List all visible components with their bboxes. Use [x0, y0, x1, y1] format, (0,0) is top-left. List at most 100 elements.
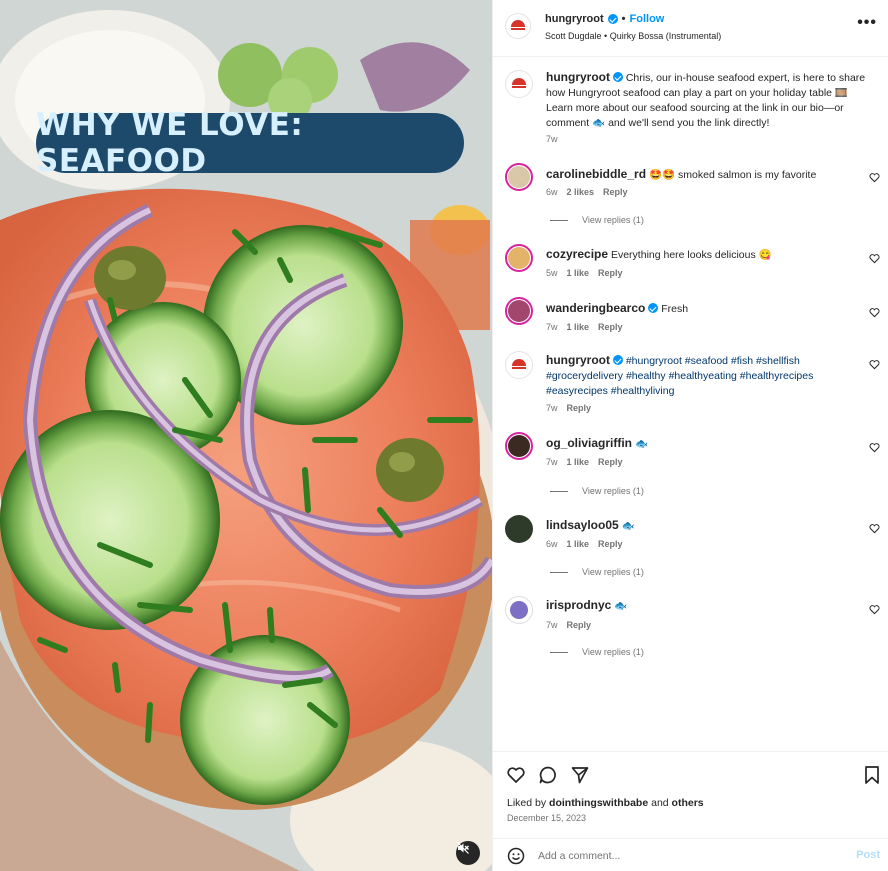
- comment-text: 🐟: [621, 520, 635, 532]
- liked-by-suffix: and: [648, 797, 672, 809]
- post-date[interactable]: December 15, 2023: [507, 813, 586, 823]
- heart-icon[interactable]: [869, 604, 880, 615]
- heart-icon[interactable]: [869, 523, 880, 534]
- reply-button[interactable]: Reply: [598, 268, 623, 278]
- comment-text-block: cozyrecipe Everything here looks delicio…: [546, 247, 866, 263]
- reply-button[interactable]: Reply: [598, 322, 623, 332]
- comments-list[interactable]: hungryroot Chris, our in-house seafood e…: [493, 57, 888, 751]
- comment-username[interactable]: carolinebiddle_rd: [546, 167, 646, 181]
- add-comment-bar: Post: [493, 838, 888, 871]
- reply-button[interactable]: Reply: [598, 539, 623, 549]
- comment-likes[interactable]: 1 like: [567, 268, 590, 278]
- comment-time[interactable]: 6w: [546, 187, 558, 197]
- separator-dot: •: [621, 13, 626, 25]
- avatar[interactable]: [505, 163, 533, 191]
- caption-time[interactable]: 7w: [546, 134, 558, 144]
- share-paper-plane-icon[interactable]: [570, 765, 590, 785]
- liked-by-text: Liked by dointhingswithbabe and others: [507, 797, 704, 809]
- comment-time[interactable]: 6w: [546, 539, 558, 549]
- bookmark-icon[interactable]: [863, 765, 881, 785]
- comment-text: 🐟: [634, 438, 649, 450]
- header-user-row: hungryroot • Follow: [545, 13, 664, 25]
- comment-text: Fresh: [661, 303, 689, 315]
- comment-username[interactable]: hungryroot: [546, 353, 610, 367]
- view-replies-label: View replies (1): [582, 215, 644, 225]
- post-media[interactable]: WHY WE LOVE: SEAFOOD: [0, 0, 492, 871]
- comment-username[interactable]: lindsayloo05: [546, 518, 619, 532]
- comment-username[interactable]: cozyrecipe: [546, 247, 608, 261]
- view-replies-label: View replies (1): [582, 647, 644, 657]
- post-comment-button[interactable]: Post: [856, 849, 880, 861]
- reply-button[interactable]: Reply: [567, 403, 592, 413]
- heart-icon[interactable]: [869, 253, 880, 264]
- comment-time[interactable]: 7w: [546, 620, 558, 630]
- view-replies-label: View replies (1): [582, 567, 644, 577]
- caption-username[interactable]: hungryroot: [546, 70, 610, 84]
- view-replies-button[interactable]: View replies (1): [550, 567, 644, 577]
- avatar[interactable]: [505, 70, 533, 98]
- comment-text-block: og_oliviagriffin 🐟: [546, 436, 866, 452]
- avatar[interactable]: [505, 351, 533, 379]
- heart-icon[interactable]: [869, 359, 880, 370]
- liked-by-others[interactable]: others: [672, 797, 704, 809]
- comment-time[interactable]: 7w: [546, 457, 558, 467]
- comment-meta: 5w 1 like Reply: [546, 268, 623, 278]
- comment-username[interactable]: og_oliviagriffin: [546, 436, 632, 450]
- more-options-icon[interactable]: •••: [857, 14, 877, 32]
- comment-text-block: hungryroot #hungryroot #seafood #fish #s…: [546, 353, 866, 399]
- avatar[interactable]: [505, 13, 531, 39]
- hungryroot-logo-icon: [512, 78, 526, 88]
- heart-icon[interactable]: [869, 172, 880, 183]
- reply-button[interactable]: Reply: [567, 620, 592, 630]
- comment-input[interactable]: [538, 846, 838, 866]
- view-replies-button[interactable]: View replies (1): [550, 486, 644, 496]
- comment-text: 🐟: [614, 600, 628, 612]
- comment-likes[interactable]: 1 like: [567, 457, 590, 467]
- follow-button[interactable]: Follow: [630, 13, 665, 25]
- comment-text: 🤩🤩 smoked salmon is my favorite: [648, 169, 817, 181]
- comment-text-block: carolinebiddle_rd 🤩🤩 smoked salmon is my…: [546, 167, 866, 183]
- caption-text-block: hungryroot Chris, our in-house seafood e…: [546, 70, 866, 131]
- liked-by-user[interactable]: dointhingswithbabe: [549, 797, 648, 809]
- view-replies-label: View replies (1): [582, 486, 644, 496]
- speaker-muted-icon[interactable]: [456, 841, 480, 865]
- comment-likes[interactable]: 1 like: [567, 539, 590, 549]
- reply-button[interactable]: Reply: [598, 457, 623, 467]
- like-heart-icon[interactable]: [506, 765, 526, 785]
- reply-button[interactable]: Reply: [603, 187, 628, 197]
- comment-likes[interactable]: 2 likes: [567, 187, 595, 197]
- hungryroot-logo-icon: [511, 20, 525, 30]
- comment-meta: 6w 1 like Reply: [546, 539, 623, 549]
- comment-time[interactable]: 7w: [546, 403, 558, 413]
- heart-icon[interactable]: [869, 307, 880, 318]
- comment-username[interactable]: wanderingbearco: [546, 301, 645, 315]
- view-replies-button[interactable]: View replies (1): [550, 215, 644, 225]
- comment-meta: 7w Reply: [546, 403, 591, 413]
- comment-text-block: lindsayloo05 🐟: [546, 518, 866, 534]
- comment-text-block: wanderingbearco Fresh: [546, 301, 866, 317]
- overlay-title-banner: WHY WE LOVE: SEAFOOD: [36, 107, 464, 179]
- divider-line: [550, 219, 568, 221]
- heart-icon[interactable]: [869, 442, 880, 453]
- avatar[interactable]: [505, 297, 533, 325]
- comment-time[interactable]: 7w: [546, 322, 558, 332]
- comment-text-block: irisprodnyc 🐟: [546, 598, 866, 614]
- post-header: hungryroot • Follow Scott Dugdale • Quir…: [493, 0, 888, 57]
- audio-attribution[interactable]: Scott Dugdale • Quirky Bossa (Instrument…: [545, 31, 721, 41]
- comment-likes[interactable]: 1 like: [567, 322, 590, 332]
- verified-badge-icon: [612, 355, 623, 365]
- post-details-panel: hungryroot • Follow Scott Dugdale • Quir…: [492, 0, 888, 871]
- header-username[interactable]: hungryroot: [545, 13, 604, 25]
- view-replies-button[interactable]: View replies (1): [550, 647, 644, 657]
- comment-bubble-icon[interactable]: [538, 765, 558, 785]
- comment-meta: 7w Reply: [546, 620, 591, 630]
- avatar[interactable]: [505, 515, 533, 543]
- hungryroot-logo-icon: [512, 359, 526, 369]
- avatar[interactable]: [505, 432, 533, 460]
- avatar[interactable]: [505, 244, 533, 272]
- comment-time[interactable]: 5w: [546, 268, 558, 278]
- post-actions: Liked by dointhingswithbabe and others D…: [493, 751, 888, 831]
- emoji-icon[interactable]: [507, 847, 525, 865]
- comment-username[interactable]: irisprodnyc: [546, 598, 611, 612]
- avatar[interactable]: [505, 596, 533, 624]
